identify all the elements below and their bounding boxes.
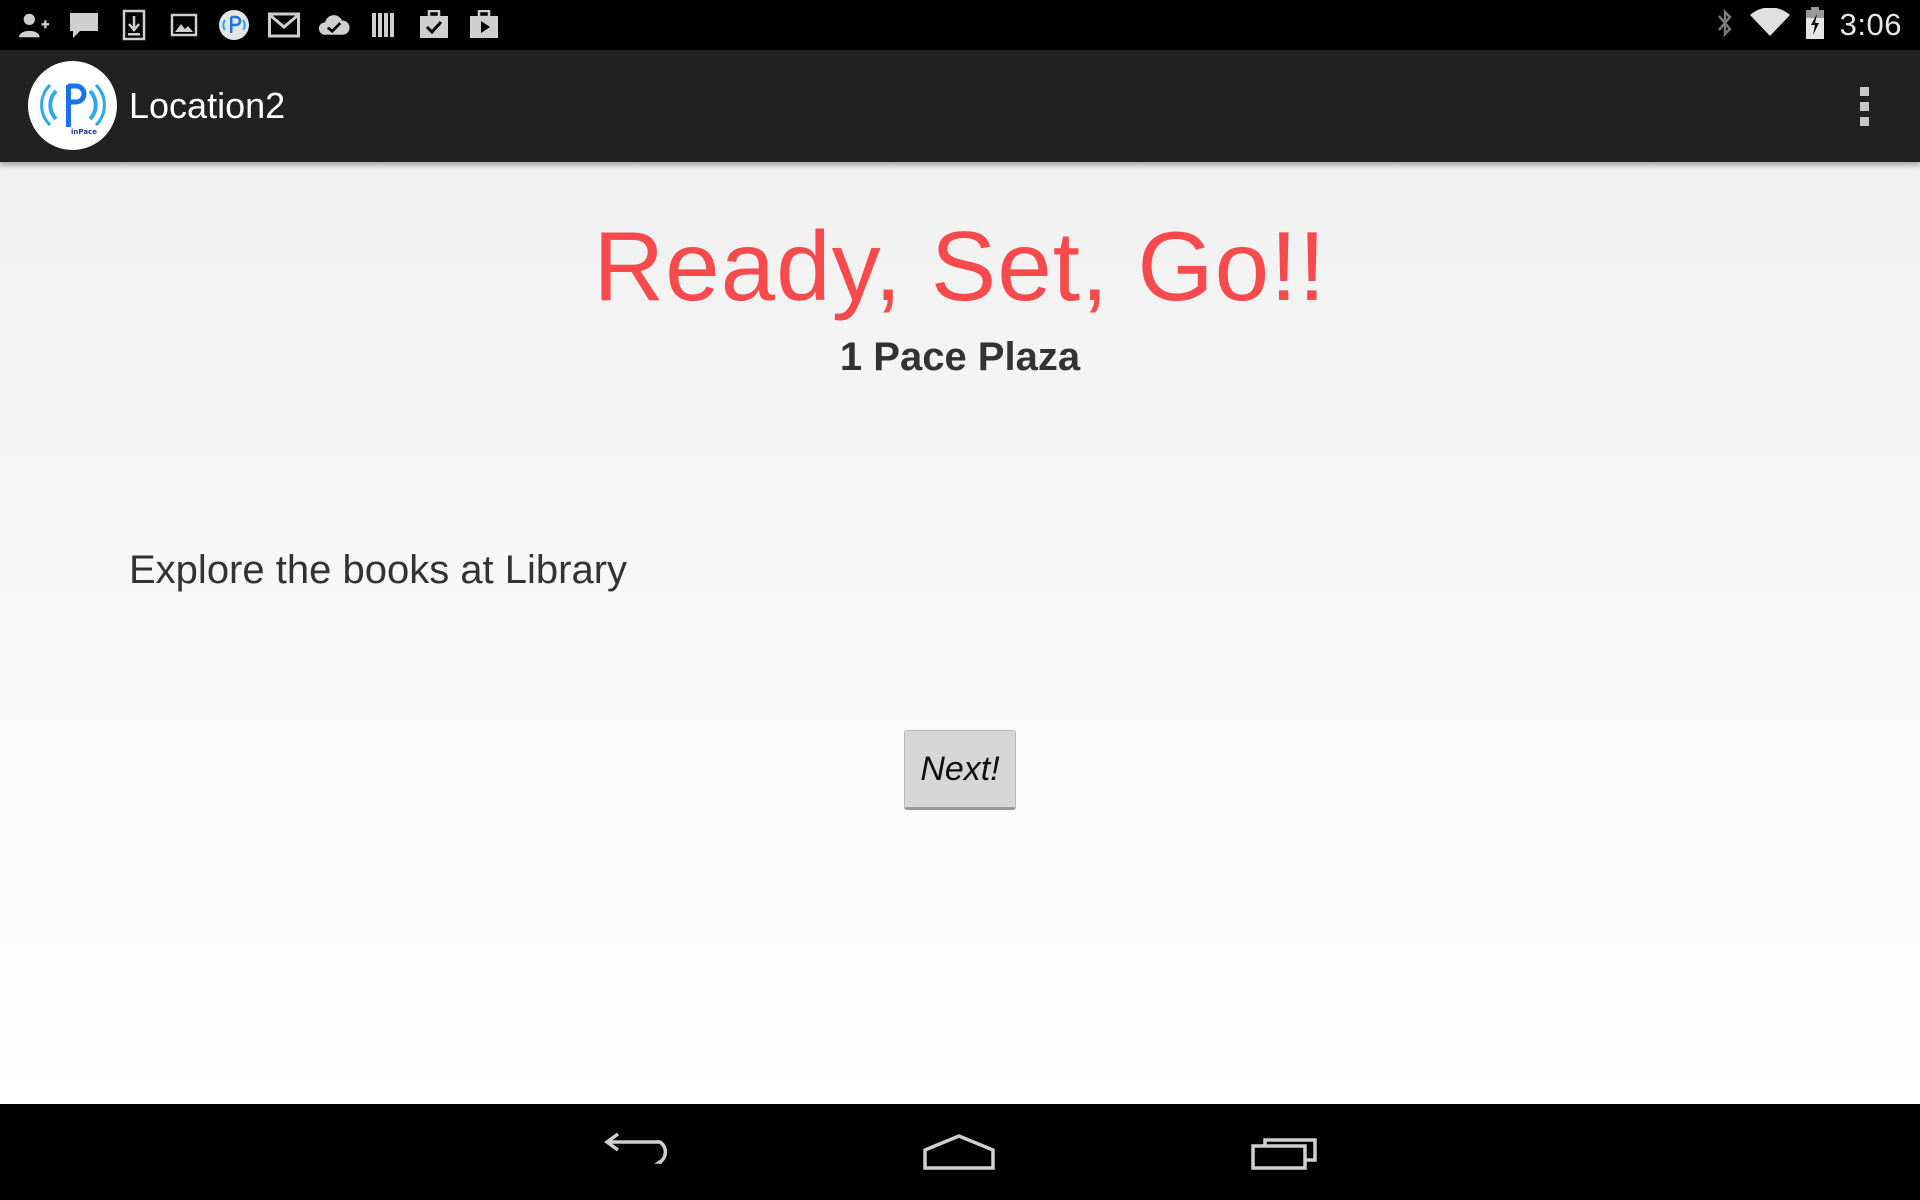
next-button[interactable]: Next! xyxy=(904,730,1016,810)
android-screen: 3:06 inPace Location2 Ready, Set, Go!! 1… xyxy=(0,0,1920,1200)
status-clock: 3:06 xyxy=(1839,7,1902,42)
library-icon xyxy=(368,9,400,41)
bluetooth-icon xyxy=(1714,7,1736,43)
main-content: Ready, Set, Go!! 1 Pace Plaza Explore th… xyxy=(0,162,1920,1104)
battery-charging-icon xyxy=(1804,6,1826,44)
app-title: Location2 xyxy=(129,85,286,126)
notification-icons xyxy=(18,9,500,41)
menu-dot xyxy=(1859,86,1869,96)
gmail-icon xyxy=(268,9,300,41)
navigation-bar xyxy=(0,1104,1920,1200)
menu-dot xyxy=(1859,116,1869,126)
back-icon[interactable] xyxy=(580,1120,690,1184)
home-icon[interactable] xyxy=(904,1120,1014,1184)
inpace-app-icon xyxy=(218,9,250,41)
logo-text: inPace xyxy=(71,128,97,136)
play-store-icon xyxy=(468,9,500,41)
recent-apps-icon[interactable] xyxy=(1230,1120,1340,1184)
instruction-text: Explore the books at Library xyxy=(129,548,628,592)
system-status: 3:06 xyxy=(1714,6,1902,44)
more-vertical-icon[interactable] xyxy=(1836,78,1892,134)
image-icon xyxy=(168,9,200,41)
menu-dot xyxy=(1859,101,1869,111)
add-contact-icon xyxy=(18,9,50,41)
cloud-check-icon xyxy=(318,9,350,41)
chat-icon xyxy=(68,9,100,41)
download-icon xyxy=(118,9,150,41)
headline: Ready, Set, Go!! xyxy=(593,211,1327,321)
inpace-logo-icon[interactable]: inPace xyxy=(28,61,117,150)
status-bar: 3:06 xyxy=(0,0,1920,50)
location-address: 1 Pace Plaza xyxy=(839,335,1081,379)
task-check-icon xyxy=(418,9,450,41)
wifi-icon xyxy=(1749,7,1790,42)
action-bar: inPace Location2 xyxy=(0,50,1920,162)
